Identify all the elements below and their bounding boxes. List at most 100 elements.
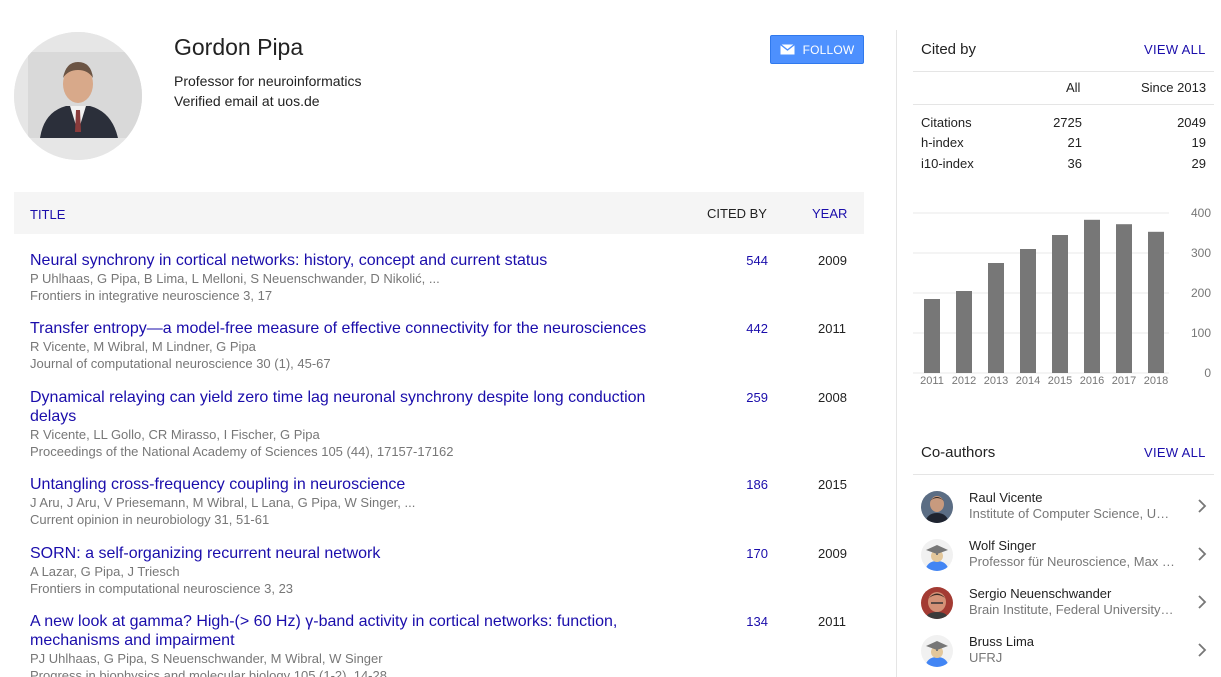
coauthor-name: Sergio Neuenschwander	[969, 586, 1112, 601]
chart-y-tick-label: 0	[1204, 366, 1211, 380]
article-title-link[interactable]: Neural synchrony in cortical networks: h…	[30, 251, 655, 270]
coauthor-item[interactable]: Raul Vicente Institute of Computer Scien…	[913, 486, 1214, 534]
chart-x-tick-label: 2011	[920, 375, 944, 387]
stat-label[interactable]: i10-index	[921, 156, 974, 171]
chart-bar-2013[interactable]	[988, 263, 1004, 373]
chevron-right-icon	[1198, 547, 1207, 561]
article-row: Transfer entropy—a model-free measure of…	[30, 319, 870, 372]
cited-by-title: Cited by	[921, 41, 977, 58]
article-authors: J Aru, J Aru, V Priesemann, M Wibral, L …	[30, 495, 416, 510]
divider	[913, 104, 1214, 105]
article-year: 2011	[818, 614, 846, 629]
column-cited-by[interactable]: CITED BY	[707, 206, 767, 221]
coauthor-name: Raul Vicente	[969, 490, 1043, 505]
article-authors: R Vicente, M Wibral, M Lindner, G Pipa	[30, 339, 256, 354]
stat-row-i10-index: i10-index 36 29	[921, 156, 1206, 176]
article-venue: Proceedings of the National Academy of S…	[30, 444, 454, 459]
coauthor-name: Wolf Singer	[969, 538, 1036, 553]
sort-by-title[interactable]: TITLE	[30, 207, 65, 222]
article-year: 2009	[818, 546, 847, 561]
cited-by-view-all-link[interactable]: VIEW ALL	[1144, 42, 1206, 57]
stat-since-value: 19	[1191, 135, 1206, 150]
article-venue: Current opinion in neurobiology 31, 51-6…	[30, 512, 270, 527]
article-cited-by-link[interactable]: 134	[730, 614, 768, 629]
article-cited-by-link[interactable]: 442	[730, 321, 768, 336]
article-year: 2015	[818, 477, 847, 492]
chart-x-tick-label: 2018	[1144, 375, 1168, 387]
divider	[913, 474, 1214, 475]
chart-bar-2015[interactable]	[1052, 235, 1068, 373]
default-scholar-icon	[921, 635, 953, 667]
chart-bar-2012[interactable]	[956, 291, 972, 373]
coauthor-item[interactable]: Bruss Lima UFRJ	[913, 630, 1214, 677]
article-authors: R Vicente, LL Gollo, CR Mirasso, I Fisch…	[30, 427, 320, 442]
default-scholar-icon	[921, 539, 953, 571]
stat-label[interactable]: h-index	[921, 135, 964, 150]
article-row: Neural synchrony in cortical networks: h…	[30, 251, 870, 304]
article-year: 2008	[818, 390, 847, 405]
chart-bar-2011[interactable]	[924, 299, 940, 373]
citations-per-year-chart: 0 100 200 300 400 2011 2012 2013 2014 2015 2016 201…	[913, 206, 1211, 387]
article-venue: Progress in biophysics and molecular bio…	[30, 668, 387, 677]
stats-col-since: Since 2013	[1141, 80, 1207, 95]
article-title-link[interactable]: Dynamical relaying can yield zero time l…	[30, 388, 655, 426]
follow-button-label: FOLLOW	[802, 42, 855, 57]
article-authors: PJ Uhlhaas, G Pipa, S Neuenschwander, M …	[30, 651, 383, 666]
chart-bar-2017[interactable]	[1116, 224, 1132, 373]
chart-y-tick-label: 400	[1191, 206, 1211, 220]
article-venue: Frontiers in integrative neuroscience 3,…	[30, 288, 273, 303]
article-row: SORN: a self-organizing recurrent neural…	[30, 544, 870, 597]
stat-since-value: 2049	[1177, 115, 1206, 130]
article-title-link[interactable]: A new look at gamma? High-(> 60 Hz) γ-ba…	[30, 612, 655, 650]
stat-all-value: 21	[1067, 135, 1082, 150]
article-venue: Frontiers in computational neuroscience …	[30, 581, 294, 596]
stats-col-all: All	[1066, 80, 1081, 95]
follow-button[interactable]: FOLLOW	[770, 35, 864, 64]
chart-x-tick-label: 2012	[952, 375, 976, 387]
article-cited-by-link[interactable]: 544	[730, 253, 768, 268]
article-title-link[interactable]: SORN: a self-organizing recurrent neural…	[30, 544, 655, 563]
envelope-icon	[779, 44, 795, 55]
article-venue: Journal of computational neuroscience 30…	[30, 356, 331, 371]
article-title-link[interactable]: Transfer entropy—a model-free measure of…	[30, 319, 655, 338]
chart-x-tick-label: 2014	[1016, 375, 1040, 387]
article-title-link[interactable]: Untangling cross-frequency coupling in n…	[30, 475, 655, 494]
article-cited-by-link[interactable]: 259	[730, 390, 768, 405]
chevron-right-icon	[1198, 499, 1207, 513]
coauthor-name: Bruss Lima	[969, 634, 1035, 649]
sort-by-year[interactable]: YEAR	[812, 206, 847, 221]
article-cited-by-link[interactable]: 170	[730, 546, 768, 561]
article-year: 2009	[818, 253, 847, 268]
coauthor-avatar	[921, 491, 953, 523]
article-row: Untangling cross-frequency coupling in n…	[30, 475, 870, 528]
stat-all-value: 36	[1067, 156, 1082, 171]
article-year: 2011	[818, 321, 846, 336]
chart-bar-2014[interactable]	[1020, 249, 1036, 373]
column-divider	[896, 30, 897, 677]
coauthors-view-all-link[interactable]: VIEW ALL	[1144, 445, 1206, 460]
chart-bar-2018[interactable]	[1148, 231, 1164, 373]
chart-x-tick-label: 2016	[1080, 375, 1104, 387]
chart-y-tick-label: 100	[1191, 326, 1211, 340]
chart-bar-2016[interactable]	[1084, 219, 1100, 373]
profile-affiliation: Professor for neuroinformatics	[174, 73, 362, 89]
article-cited-by-link[interactable]: 186	[730, 477, 768, 492]
coauthor-item[interactable]: Sergio Neuenschwander Brain Institute, F…	[913, 582, 1214, 630]
article-row: Dynamical relaying can yield zero time l…	[30, 388, 870, 460]
stat-label[interactable]: Citations	[921, 115, 972, 130]
profile-email: Verified email at uos.de	[174, 93, 320, 109]
coauthor-avatar	[921, 587, 953, 619]
profile-name: Gordon Pipa	[174, 34, 304, 60]
coauthors-title: Co-authors	[921, 444, 996, 461]
profile-photo	[14, 32, 142, 160]
coauthor-item[interactable]: Wolf Singer Professor für Neuroscience, …	[913, 534, 1214, 582]
coauthor-affiliation: Professor für Neuroscience, Max Planck I…	[969, 554, 1175, 569]
stat-all-value: 2725	[1053, 115, 1082, 130]
chevron-right-icon	[1198, 595, 1207, 609]
coauthor-affiliation: Brain Institute, Federal University of R…	[969, 602, 1175, 617]
stat-since-value: 29	[1191, 156, 1206, 171]
article-authors: P Uhlhaas, G Pipa, B Lima, L Melloni, S …	[30, 271, 440, 286]
coauthor-affiliation: UFRJ	[969, 650, 1003, 665]
chart-x-tick-label: 2017	[1112, 375, 1136, 387]
article-row: A new look at gamma? High-(> 60 Hz) γ-ba…	[30, 612, 870, 677]
